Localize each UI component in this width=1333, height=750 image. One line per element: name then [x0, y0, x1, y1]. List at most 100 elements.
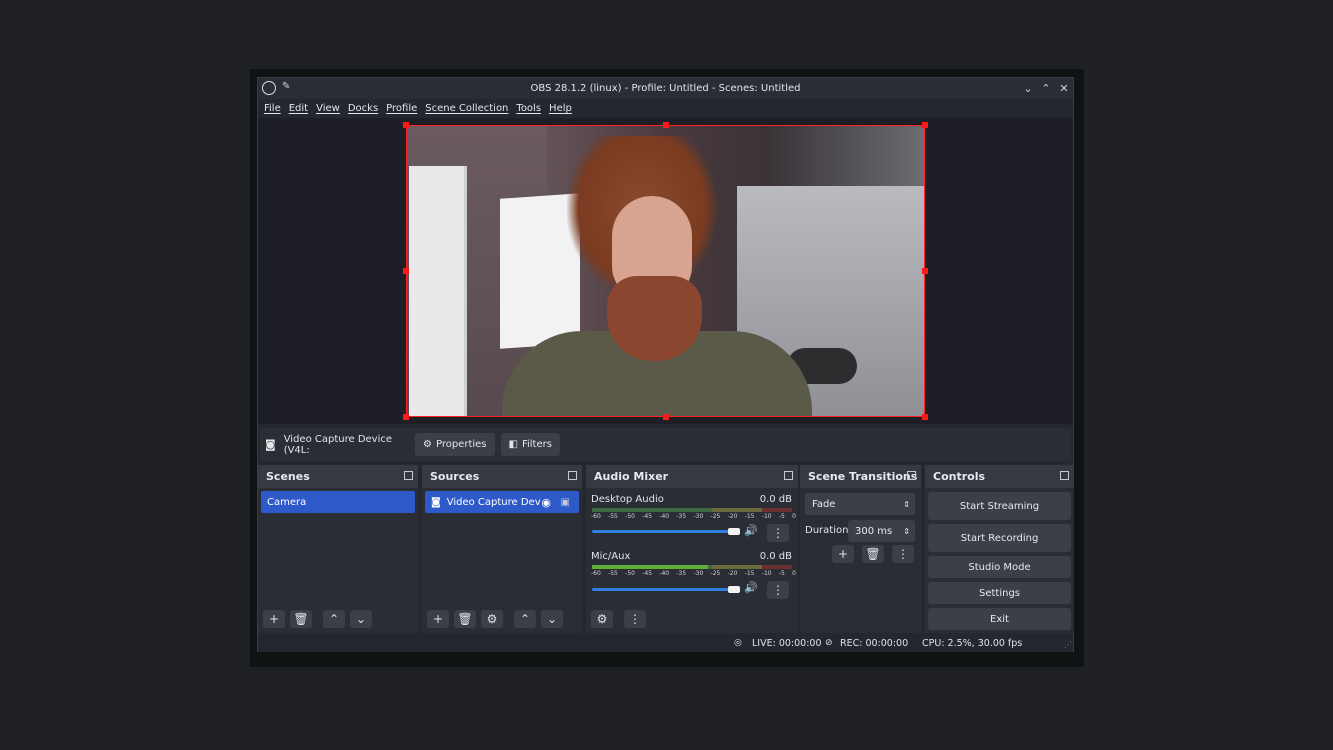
menu-file[interactable]: File — [264, 103, 281, 114]
scale-tick: -60 — [591, 513, 601, 520]
controls-header: Controls — [925, 465, 1074, 488]
selected-source-name: Video Capture Device (V4L: — [283, 433, 393, 456]
live-icon: ◎ — [734, 638, 742, 648]
undock-icon[interactable] — [568, 471, 577, 480]
menu-profile[interactable]: Profile — [386, 103, 417, 114]
scale-tick: -50 — [625, 570, 635, 577]
selected-source: ◙ Video Capture Device (V4L: — [265, 434, 415, 456]
preview-canvas[interactable] — [258, 118, 1073, 424]
scale-tick: -50 — [625, 513, 635, 520]
advanced-audio-button[interactable]: ⚙ — [591, 610, 613, 628]
scale-tick: -15 — [744, 513, 755, 520]
pin-icon[interactable]: ✎ — [282, 81, 290, 92]
audio-mixer-header: Audio Mixer — [586, 465, 798, 488]
mic-aux-volume-knob[interactable] — [728, 586, 740, 593]
resize-handle[interactable] — [922, 414, 928, 420]
source-properties-button[interactable]: ⚙ — [481, 610, 503, 628]
scale-tick: -10 — [761, 513, 772, 520]
scale-tick: -20 — [727, 513, 738, 520]
scale-tick: 0 — [792, 570, 796, 577]
add-source-button[interactable]: + — [427, 610, 449, 628]
obs-window: ✎ OBS 28.1.2 (linux) - Profile: Untitled… — [257, 77, 1074, 652]
source-down-button[interactable]: ⌄ — [541, 610, 563, 628]
source-item[interactable]: ◙ Video Capture Dev ◉ ▣ — [425, 491, 579, 513]
video-beard — [607, 276, 702, 361]
menu-scene-collection[interactable]: Scene Collection — [425, 103, 508, 114]
status-bar: ◎ LIVE: 00:00:00 ⊘ REC: 00:00:00 CPU: 2.… — [258, 635, 1073, 652]
speaker-icon[interactable]: 🔊 — [744, 581, 758, 594]
menu-edit[interactable]: Edit — [289, 103, 308, 114]
mic-aux-scale: -60 -55 -50 -45 -40 -35 -30 -25 -20 -15 … — [591, 570, 796, 577]
filters-button[interactable]: ◧ Filters — [500, 433, 560, 456]
duration-label: Duration — [805, 525, 849, 536]
scenes-title: Scenes — [266, 470, 310, 483]
scale-tick: -60 — [591, 570, 601, 577]
desktop-audio-volume-knob[interactable] — [728, 528, 740, 535]
rec-status: REC: 00:00:00 — [840, 638, 909, 649]
camera-icon: ◙ — [431, 496, 441, 508]
menu-bar: File Edit View Docks Profile Scene Colle… — [258, 99, 1073, 118]
scene-up-button[interactable]: ⌃ — [323, 610, 345, 628]
minimize-icon[interactable]: ⌄ — [1020, 80, 1036, 96]
visibility-eye-icon[interactable]: ◉ — [541, 496, 551, 509]
desktop-audio-level: 0.0 dB — [759, 494, 792, 505]
scene-transitions-dock: Scene Transitions Fade ⇕ Duration 300 ms… — [800, 465, 921, 633]
add-scene-button[interactable]: + — [263, 610, 285, 628]
mic-aux-meter — [592, 565, 792, 569]
settings-button[interactable]: Settings — [928, 582, 1071, 604]
resize-handle[interactable] — [403, 268, 409, 274]
menu-help[interactable]: Help — [549, 103, 572, 114]
desktop-audio-label: Desktop Audio — [591, 494, 664, 505]
resize-handle[interactable] — [922, 122, 928, 128]
undock-icon[interactable] — [784, 471, 793, 480]
audio-mixer-title: Audio Mixer — [594, 470, 669, 483]
desktop-audio-volume-slider[interactable] — [592, 530, 738, 533]
add-transition-button[interactable]: + — [832, 545, 854, 563]
transition-select[interactable]: Fade ⇕ — [805, 493, 915, 515]
menu-docks[interactable]: Docks — [348, 103, 378, 114]
remove-source-button[interactable]: 🗑 — [454, 610, 476, 628]
resize-handle[interactable] — [663, 122, 669, 128]
scale-tick: -5 — [778, 570, 785, 577]
undock-icon[interactable] — [1060, 471, 1069, 480]
scene-item-camera[interactable]: Camera — [261, 491, 415, 513]
scale-tick: -15 — [744, 570, 755, 577]
resize-grip-icon[interactable]: ⋰ — [1064, 640, 1072, 649]
start-streaming-button[interactable]: Start Streaming — [928, 492, 1071, 520]
scale-tick: -30 — [693, 570, 704, 577]
exit-button[interactable]: Exit — [928, 608, 1071, 630]
menu-tools[interactable]: Tools — [516, 103, 541, 114]
menu-view[interactable]: View — [316, 103, 340, 114]
undock-icon[interactable] — [907, 471, 916, 480]
studio-mode-button[interactable]: Studio Mode — [928, 556, 1071, 578]
speaker-icon[interactable]: 🔊 — [744, 524, 758, 537]
resize-handle[interactable] — [403, 122, 409, 128]
title-bar[interactable]: ✎ OBS 28.1.2 (linux) - Profile: Untitled… — [258, 78, 1073, 99]
resize-handle[interactable] — [922, 268, 928, 274]
duration-spinbox[interactable]: 300 ms ⇕ — [848, 520, 915, 542]
mic-aux-volume-slider[interactable] — [592, 588, 738, 591]
start-recording-button[interactable]: Start Recording — [928, 524, 1071, 552]
mic-aux-menu-button[interactable]: ⋮ — [767, 581, 789, 599]
desktop-audio-menu-button[interactable]: ⋮ — [767, 524, 789, 542]
close-icon[interactable]: ✕ — [1056, 80, 1072, 96]
undock-icon[interactable] — [404, 471, 413, 480]
properties-button[interactable]: ⚙ Properties — [415, 433, 495, 456]
audio-mixer-menu-button[interactable]: ⋮ — [624, 610, 646, 628]
scale-tick: 0 — [792, 513, 796, 520]
scene-down-button[interactable]: ⌄ — [350, 610, 372, 628]
remove-transition-button[interactable]: 🗑 — [862, 545, 884, 563]
maximize-icon[interactable]: ⌃ — [1038, 80, 1054, 96]
resize-handle[interactable] — [403, 414, 409, 420]
obs-logo-icon — [262, 81, 276, 95]
gear-icon: ⚙ — [423, 439, 432, 450]
source-up-button[interactable]: ⌃ — [514, 610, 536, 628]
transition-menu-button[interactable]: ⋮ — [892, 545, 914, 563]
lock-icon[interactable]: ▣ — [561, 497, 570, 508]
scale-tick: -5 — [778, 513, 785, 520]
resize-handle[interactable] — [663, 414, 669, 420]
scale-tick: -55 — [608, 513, 618, 520]
remove-scene-button[interactable]: 🗑 — [290, 610, 312, 628]
scale-tick: -30 — [693, 513, 704, 520]
webcam-preview-image[interactable] — [406, 125, 925, 417]
